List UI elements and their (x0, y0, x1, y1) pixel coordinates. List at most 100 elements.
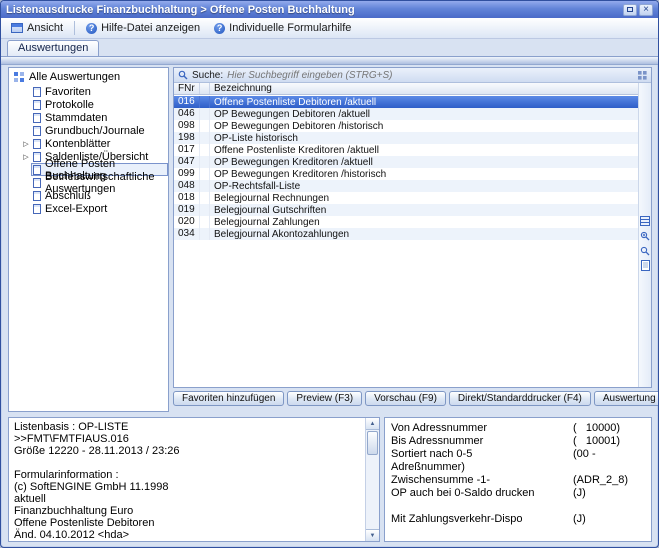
info-line: Größe 12220 - 28.11.2013 / 23:26 (14, 445, 362, 457)
parameter-row: OP auch bei 0-Saldo drucken (J) (391, 487, 645, 500)
parameter-box: Von Adressnummer ( 10000) Bis Adressnumm… (384, 417, 652, 542)
parameter-row: Von Adressnummer ( 10000) (391, 422, 645, 435)
tree-item[interactable]: ▷ Stammdaten (9, 111, 168, 124)
ansicht-button[interactable]: Ansicht (5, 20, 69, 36)
parameter-row: Mit Zahlungsverkehr-Dispo (J) (391, 513, 645, 526)
cell-flag (200, 168, 210, 180)
maximize-icon (627, 7, 633, 12)
scrollbar[interactable]: ▲ ▼ (365, 418, 379, 541)
cell-flag (200, 216, 210, 228)
grid-icon[interactable] (638, 71, 647, 80)
table-layout-icon[interactable] (640, 215, 651, 226)
view-icon (11, 23, 23, 33)
document-icon[interactable] (640, 260, 651, 271)
cell-fnr: 016 (174, 96, 200, 108)
parameter-row: Zwischensumme -1- (ADR_2_8) (391, 474, 645, 487)
tree-panel: Alle Auswertungen ▷ Favoriten ▷ Protokol… (8, 67, 169, 412)
tree-item[interactable]: ▷ Kontenblätter (9, 137, 168, 150)
parameter-label: Mit Zahlungsverkehr-Dispo (391, 513, 573, 526)
info-line: aktuell (14, 493, 362, 505)
action-button[interactable]: Preview (F3) (287, 391, 362, 406)
maximize-button[interactable] (623, 4, 637, 16)
cell-fnr: 047 (174, 156, 200, 168)
tree-item[interactable]: ▷ Protokolle (9, 98, 168, 111)
column-header-fnr[interactable]: FNr (174, 83, 200, 94)
tree-item[interactable]: ▷ Betriebswirtschaftliche Auswertungen (9, 176, 168, 189)
info-line: Änd. 04.10.2012 <hda> (14, 529, 362, 538)
cell-flag (200, 204, 210, 216)
cell-bezeichnung: OP Bewegungen Kreditoren /historisch (210, 169, 638, 180)
table-row[interactable]: 099 OP Bewegungen Kreditoren /historisch (174, 168, 638, 180)
table-row[interactable]: 047 OP Bewegungen Kreditoren /aktuell (174, 156, 638, 168)
table-row[interactable]: 019 Belegjournal Gutschriften (174, 204, 638, 216)
action-button[interactable]: Favoriten hinzufügen (173, 391, 284, 406)
cell-bezeichnung: OP Bewegungen Kreditoren /aktuell (210, 157, 638, 168)
column-header-bezeichnung[interactable]: Bezeichnung (210, 83, 638, 94)
table-row[interactable]: 046 OP Bewegungen Debitoren /aktuell (174, 108, 638, 120)
cell-flag (200, 228, 210, 240)
table-row[interactable]: 034 Belegjournal Akontozahlungen (174, 228, 638, 240)
column-header-flag[interactable] (200, 83, 210, 94)
document-icon (33, 126, 41, 136)
table-row[interactable]: 048 OP-Rechtsfall-Liste (174, 180, 638, 192)
action-button[interactable]: Direkt/Standarddrucker (F4) (449, 391, 591, 406)
tree-item-label: Abschluß (45, 190, 91, 202)
parameter-row (391, 500, 645, 513)
tree-item[interactable]: ▷ Excel-Export (9, 202, 168, 215)
cell-flag (200, 120, 210, 132)
cell-fnr: 048 (174, 180, 200, 192)
scrollbar-thumb[interactable] (367, 431, 378, 455)
tree-root-item[interactable]: Alle Auswertungen (9, 68, 168, 85)
table-row[interactable]: 098 OP Bewegungen Debitoren /historisch (174, 120, 638, 132)
table-row[interactable]: 016 Offene Postenliste Debitoren /aktuel… (174, 96, 638, 108)
tab-auswertungen[interactable]: Auswertungen (7, 40, 99, 56)
cell-fnr: 019 (174, 204, 200, 216)
table-row[interactable]: 020 Belegjournal Zahlungen (174, 216, 638, 228)
tree-item[interactable]: ▷ Grundbuch/Journale (9, 124, 168, 137)
help-file-button[interactable]: ? Hilfe-Datei anzeigen (80, 20, 206, 36)
parameter-label: Adreßnummer) (391, 461, 573, 474)
action-button-row: Favoriten hinzufügenPreview (F3)Vorschau… (173, 391, 652, 406)
zoom-in-icon[interactable] (640, 230, 651, 241)
search-label: Suche: (192, 70, 223, 81)
form-help-button[interactable]: ? Individuelle Formularhilfe (208, 20, 357, 36)
scroll-up-icon[interactable]: ▲ (366, 418, 379, 430)
document-icon (33, 165, 41, 175)
tree-item[interactable]: ▷ Favoriten (9, 85, 168, 98)
action-button[interactable]: Auswertung drucken (594, 391, 659, 406)
results-table: 016 Offene Postenliste Debitoren /aktuel… (174, 96, 638, 387)
cell-bezeichnung: Belegjournal Akontozahlungen (210, 229, 638, 240)
zoom-icon[interactable] (640, 245, 651, 256)
parameter-label: Von Adressnummer (391, 422, 573, 435)
table-row[interactable]: 018 Belegjournal Rechnungen (174, 192, 638, 204)
parameter-value: (00 - (573, 448, 596, 461)
parameter-label (391, 500, 573, 513)
scroll-down-icon[interactable]: ▼ (366, 529, 379, 541)
search-input[interactable] (227, 70, 634, 81)
action-button[interactable]: Vorschau (F9) (365, 391, 446, 406)
table-row[interactable]: 198 OP-Liste historisch (174, 132, 638, 144)
info-line: (c) SoftENGINE GmbH 11.1998 (14, 481, 362, 493)
form-info-text: Listenbasis : OP-LISTE>>FMT\FMTFIAUS.016… (14, 421, 362, 538)
toolbar: Ansicht ? Hilfe-Datei anzeigen ? Individ… (1, 18, 658, 39)
expander-icon[interactable]: ▷ (21, 140, 31, 148)
tab-strip: Auswertungen (1, 39, 658, 56)
cell-fnr: 198 (174, 132, 200, 144)
tree-item-label: Favoriten (45, 86, 91, 98)
parameter-value: ( 10001) (573, 435, 620, 448)
cell-flag (200, 192, 210, 204)
tree-item-label: Stammdaten (45, 112, 107, 124)
close-button[interactable]: × (639, 4, 653, 16)
cell-flag (200, 108, 210, 120)
cell-fnr: 098 (174, 120, 200, 132)
expander-icon[interactable]: ▷ (21, 153, 31, 161)
cell-flag (200, 156, 210, 168)
titlebar[interactable]: Listenausdrucke Finanzbuchhaltung > Offe… (1, 1, 658, 18)
parameter-value: (J) (573, 487, 586, 500)
parameter-label: Bis Adressnummer (391, 435, 573, 448)
table-row[interactable]: 017 Offene Postenliste Kreditoren /aktue… (174, 144, 638, 156)
info-line: Offene Postenliste Debitoren (14, 517, 362, 529)
table-header: FNr Bezeichnung (174, 83, 638, 95)
form-help-button-label: Individuelle Formularhilfe (229, 22, 351, 34)
cell-flag (200, 96, 210, 108)
